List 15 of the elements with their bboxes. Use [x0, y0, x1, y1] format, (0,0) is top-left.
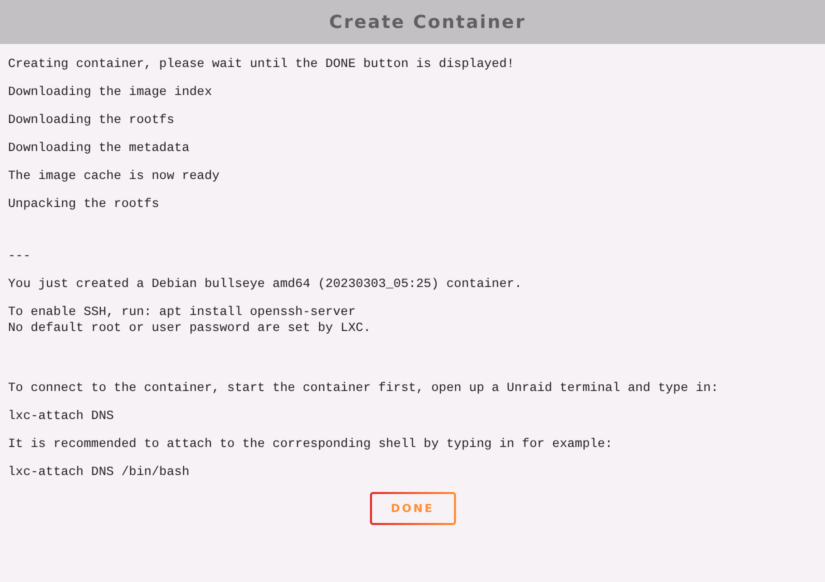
- log-text: lxc-attach DNS /bin/bash: [8, 464, 190, 480]
- log-text: You just created a Debian bullseye amd64 (20230303_05:25) container.: [8, 276, 523, 292]
- log-text: Creating container, please wait until the DONE button is displayed!: [8, 56, 516, 72]
- log-text: Downloading the metadata: [8, 140, 190, 156]
- log-text: Downloading the rootfs: [8, 112, 176, 128]
- dialog-title: Create Container: [328, 12, 526, 32]
- done-button[interactable]: DONE: [370, 492, 456, 525]
- log-text: lxc-attach DNS: [8, 408, 115, 424]
- log-text: To enable SSH, run: apt install openssh-server No default root or user password are set by LXC.: [8, 304, 372, 336]
- log-text: Unpacking the rootfs: [8, 196, 160, 212]
- log-text: It is recommended to attach to the corresponding shell by typing in for example:: [8, 436, 614, 452]
- log-text: Downloading the image index: [8, 84, 214, 100]
- log-text: The image cache is now ready: [8, 168, 221, 184]
- separator-text: ---: [8, 248, 32, 264]
- log-text: To connect to the container, start the container first, open up a Unraid terminal and type in:: [8, 380, 720, 396]
